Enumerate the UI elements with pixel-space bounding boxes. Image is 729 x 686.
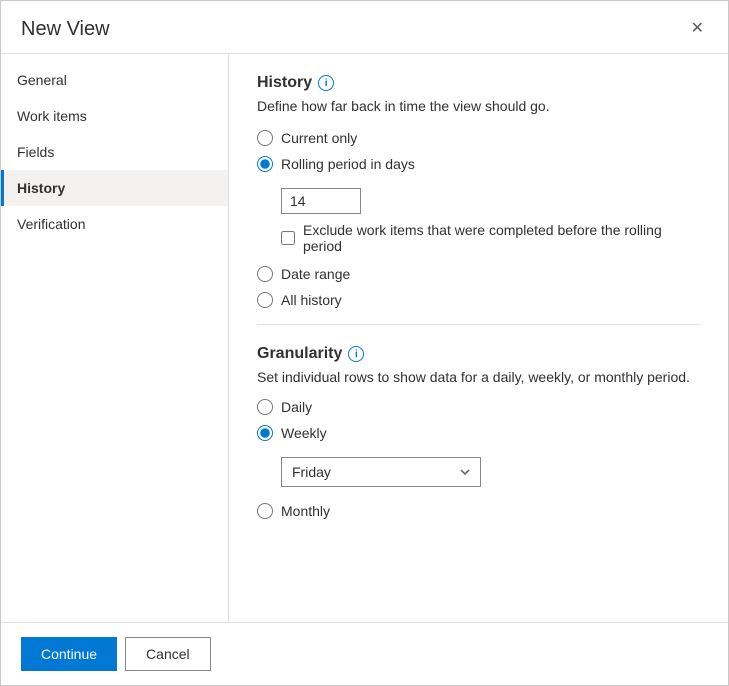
granularity-section: Granularity i Set individual rows to sho… (257, 345, 700, 519)
close-button[interactable]: ✕ (687, 17, 708, 41)
history-title: History (257, 74, 312, 92)
radio-weekly-label: Weekly (281, 425, 327, 441)
history-header: History i (257, 74, 700, 92)
radio-rolling-period[interactable]: Rolling period in days (257, 156, 700, 172)
history-section: History i Define how far back in time th… (257, 74, 700, 308)
sidebar-item-verification[interactable]: Verification (1, 206, 228, 242)
history-description: Define how far back in time the view sho… (257, 98, 700, 114)
radio-current-only-label: Current only (281, 130, 357, 146)
granularity-header: Granularity i (257, 345, 700, 363)
sidebar-item-fields[interactable]: Fields (1, 134, 228, 170)
granularity-title: Granularity (257, 345, 342, 363)
rolling-period-input[interactable] (281, 188, 361, 214)
granularity-info-icon[interactable]: i (348, 346, 364, 362)
radio-monthly-input[interactable] (257, 503, 273, 519)
radio-daily-input[interactable] (257, 399, 273, 415)
radio-current-only-input[interactable] (257, 130, 273, 146)
radio-monthly-label: Monthly (281, 503, 330, 519)
granularity-description: Set individual rows to show data for a d… (257, 369, 700, 385)
radio-weekly[interactable]: Weekly (257, 425, 700, 441)
section-divider (257, 324, 700, 325)
history-radio-group: Current only Rolling period in days (257, 130, 700, 172)
radio-monthly[interactable]: Monthly (257, 503, 700, 519)
new-view-dialog: New View ✕ General Work items Fields His… (0, 0, 729, 686)
exclude-checkbox-container: Exclude work items that were completed b… (281, 222, 700, 254)
dialog-footer: Continue Cancel (1, 622, 728, 685)
continue-button[interactable]: Continue (21, 637, 117, 671)
radio-current-only[interactable]: Current only (257, 130, 700, 146)
sidebar-item-general[interactable]: General (1, 62, 228, 98)
rolling-period-controls: Exclude work items that were completed b… (257, 184, 700, 254)
radio-daily[interactable]: Daily (257, 399, 700, 415)
dialog-title: New View (21, 18, 110, 41)
radio-date-range-input[interactable] (257, 266, 273, 282)
radio-all-history-input[interactable] (257, 292, 273, 308)
radio-weekly-input[interactable] (257, 425, 273, 441)
content-area: History i Define how far back in time th… (229, 54, 728, 622)
sidebar: General Work items Fields History Verifi… (1, 54, 229, 622)
radio-date-range-label: Date range (281, 266, 350, 282)
exclude-checkbox-label: Exclude work items that were completed b… (303, 222, 700, 254)
radio-date-range[interactable]: Date range (257, 266, 700, 282)
radio-daily-label: Daily (281, 399, 312, 415)
radio-rolling-period-input[interactable] (257, 156, 273, 172)
radio-rolling-period-label: Rolling period in days (281, 156, 415, 172)
dialog-header: New View ✕ (1, 1, 728, 54)
cancel-button[interactable]: Cancel (125, 637, 211, 671)
history-radio-group-2: Date range All history (257, 266, 700, 308)
granularity-radio-group: Daily Weekly Monday Tuesday Wednesday (257, 399, 700, 519)
radio-all-history[interactable]: All history (257, 292, 700, 308)
weekly-day-container: Monday Tuesday Wednesday Thursday Friday… (281, 457, 700, 487)
sidebar-item-history[interactable]: History (1, 170, 228, 206)
radio-all-history-label: All history (281, 292, 342, 308)
sidebar-item-work-items[interactable]: Work items (1, 98, 228, 134)
exclude-checkbox[interactable] (281, 231, 295, 245)
dialog-body: General Work items Fields History Verifi… (1, 54, 728, 622)
history-info-icon[interactable]: i (318, 75, 334, 91)
weekly-day-select[interactable]: Monday Tuesday Wednesday Thursday Friday… (281, 457, 481, 487)
